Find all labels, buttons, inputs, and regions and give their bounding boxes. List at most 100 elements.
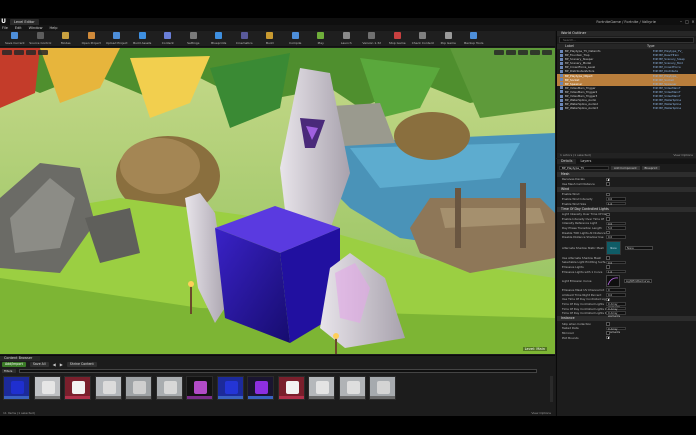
forward-arrow-icon[interactable]: ▶ [60,362,63,367]
asset-thumbnail[interactable] [308,376,335,400]
asset-thumbnail[interactable] [338,376,366,400]
asset-thumbnail[interactable] [3,376,30,400]
toolbar-button-content[interactable]: Content [155,31,181,46]
asset-search-input[interactable] [19,368,537,374]
asset-thumbnail[interactable] [64,376,91,400]
menu-item-edit[interactable]: Edit [15,26,22,30]
property-checkbox[interactable] [606,217,610,221]
save-all-button[interactable]: Save All [29,362,49,367]
toolbar-button-stop-game[interactable]: Stop Game [385,31,411,46]
property-checkbox[interactable] [606,331,610,335]
show-button[interactable] [38,50,48,55]
property-value-field[interactable]: 0 Array elements [606,306,626,314]
property-checkbox[interactable] [606,177,610,182]
menu-item-help[interactable]: Help [49,26,57,30]
tab-level-editor[interactable]: Level Editor [10,18,39,25]
toolbar-button-save-current[interactable]: Save Current [2,31,28,46]
property-value-field[interactable]: 0.0 [606,260,626,264]
asset-thumbnail[interactable] [94,376,122,400]
property-value-field[interactable]: 0 Array elements [606,326,626,333]
property-checkbox[interactable] [606,182,610,186]
toolbar-button-play[interactable]: Play [308,31,334,46]
toolbar-button-cinematics[interactable]: Cinematics [232,31,258,46]
viewport-options-button[interactable] [2,50,12,55]
property-value-field[interactable]: 5.0 [606,226,626,230]
tab-layers[interactable]: Layers [576,159,595,164]
perspective-button[interactable] [14,50,24,55]
add-component-button[interactable]: Add Component [611,165,640,171]
asset-thumbnail[interactable] [186,376,213,400]
asset-thumbnail[interactable] [33,376,61,400]
version-1-32-icon [368,32,376,39]
scale-tool-button[interactable] [518,50,528,55]
content-scrollbar[interactable] [550,376,553,402]
level-viewport[interactable]: Level: Main [0,48,555,354]
actor-type-link[interactable]: Edit BP_WaterSpline [653,106,681,110]
world-outliner-tab[interactable]: World Outliner [557,31,696,36]
toolbar-button-compile[interactable]: Compile [283,31,309,46]
blueprint-button[interactable]: Blueprint [641,165,661,171]
rotate-tool-button[interactable] [506,50,516,55]
toolbar-button-blueprints[interactable]: Blueprints [206,31,232,46]
asset-thumbnail[interactable] [216,376,244,400]
toolbar-button-source-control[interactable]: Source Control [28,31,54,46]
toolbar-button-upload-project[interactable]: Upload Project [104,31,130,46]
mesh-thumbnail[interactable]: None [606,240,621,255]
property-value-field[interactable]: 0.0 [606,197,626,201]
grid-snap-button[interactable] [530,50,540,55]
property-value-field[interactable]: 0.0 [606,221,626,226]
property-checkbox[interactable] [606,297,610,302]
add-import-button[interactable]: Add/Import [2,362,26,367]
outliner-row[interactable]: BP_WaterSpline_Audio3 Edit BP_WaterSpline [557,106,696,110]
close-icon[interactable]: × [690,19,696,24]
mesh-dropdown[interactable]: None [625,245,653,250]
translate-tool-button[interactable] [494,50,504,55]
toolbar-button-pop-game[interactable]: Pop Game [436,31,462,46]
back-arrow-icon[interactable]: ◀ [53,362,56,367]
stop-game-icon [393,32,401,39]
asset-preview [316,381,329,394]
toolbar-button-build[interactable]: Build [257,31,283,46]
property-value-field[interactable]: 0.0 [606,293,626,297]
breadcrumb[interactable]: Shrine Content [66,362,97,367]
filters-button[interactable]: Filters [2,368,16,374]
property-value-field[interactable]: 0.0 [606,235,626,239]
asset-thumbnail[interactable] [247,376,274,400]
menu-item-file[interactable]: File [2,26,8,30]
menu-item-window[interactable]: Window [29,26,43,30]
property-checkbox[interactable] [606,265,610,269]
curve-dropdown[interactable]: LightEmitterCurve [624,278,652,283]
property-value-field[interactable]: 1.0 [606,201,626,206]
property-value-field[interactable]: 0 [606,288,626,292]
property-checkbox[interactable] [606,230,610,235]
property-checkbox[interactable] [606,212,610,217]
property-checkbox[interactable] [606,192,610,197]
tab-details[interactable]: Details [557,159,577,164]
asset-thumbnail[interactable] [155,376,183,400]
toolbar-button-settings[interactable]: Settings [181,31,207,46]
toolbar-button-check-content[interactable]: Check Content [410,31,436,46]
property-value-field[interactable]: 1.0 [606,269,626,274]
curve-thumbnail[interactable] [606,274,620,287]
property-value-field[interactable]: 0 Array elements [606,311,626,318]
property-value-field[interactable]: 0 Array elements [606,302,626,309]
asset-thumbnail[interactable] [125,376,152,400]
lit-button[interactable] [26,50,36,55]
toolbar-button-launch[interactable]: Launch [334,31,360,46]
outliner-search-input[interactable]: Search... [559,37,694,43]
camera-speed-button[interactable] [542,50,552,55]
toolbar-button-modes[interactable]: Modes [53,31,79,46]
world-outliner-panel: World Outliner Search... Label Type BP_P… [556,31,696,158]
actor-name-field[interactable]: BP_Playtype_TV [559,165,609,171]
toolbar-button-backup-tools[interactable]: Backup Tools [461,31,487,46]
property-checkbox[interactable] [606,256,610,260]
property-checkbox[interactable] [606,335,610,340]
property-checkbox[interactable] [606,322,610,326]
asset-thumbnail[interactable] [369,376,396,400]
outliner-view-options[interactable]: View Options [673,153,693,158]
toolbar-button-version-1-32[interactable]: Version 1.32 [359,31,385,46]
asset-thumbnail[interactable] [277,376,305,400]
toolbar-button-build-assets[interactable]: Build Assets [130,31,156,46]
property-label: Disable Distance Shadow Use [562,235,604,240]
toolbar-button-open-project[interactable]: Open Project [79,31,105,46]
